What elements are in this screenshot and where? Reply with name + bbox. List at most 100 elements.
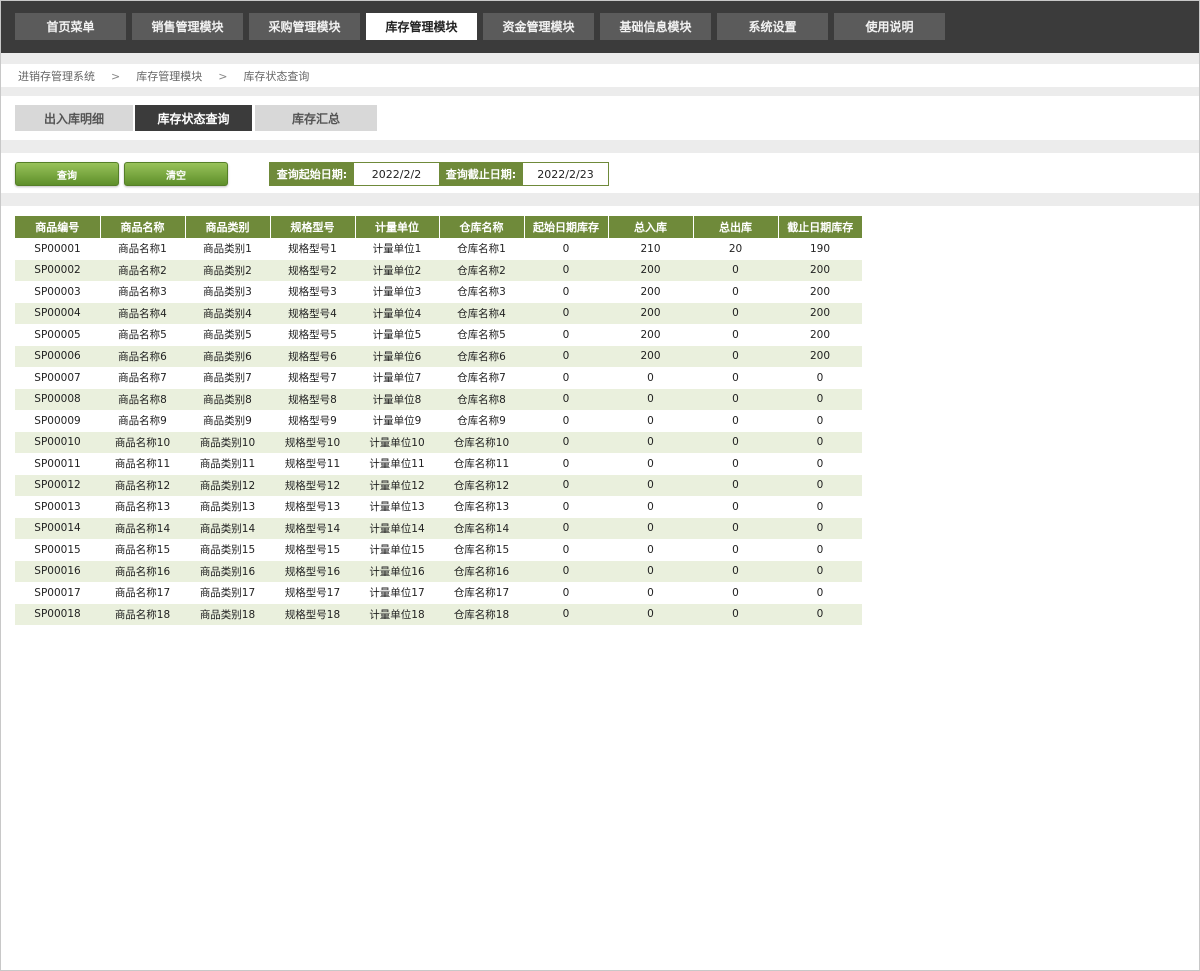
column-header[interactable]: 商品名称 [100,216,186,238]
table-cell: 200 [778,281,862,303]
table-row[interactable]: SP00001 商品名称1 商品类别1 规格型号1 计量单位1 仓库名称1 0 210 20 19… [15,238,862,260]
table-row[interactable]: SP00016 商品名称16 商品类别16 规格型号16 计量单位16 仓库名称16 0 0 0… [15,560,862,582]
breadcrumb-separator-icon: > [111,69,121,83]
table-row[interactable]: SP00013 商品名称13 商品类别13 规格型号13 计量单位13 仓库名称13 0 0 0… [15,496,862,518]
clear-button[interactable]: 清空 [124,162,228,186]
table-cell: 0 [524,453,608,475]
column-header[interactable]: 仓库名称 [439,216,525,238]
stock-status-table: 商品编号 商品名称 商品类别 规格型号 计量单位 仓库名称 起始日期库存 总入库… [15,216,862,625]
table-cell: 0 [524,302,608,324]
column-header[interactable]: 总入库 [608,216,694,238]
tab-in-out-detail[interactable]: 出入库明细 [15,105,133,131]
table-cell: 200 [608,324,693,346]
tab-stock-status[interactable]: 库存状态查询 [135,105,252,131]
column-header[interactable]: 商品编号 [15,216,101,238]
breadcrumb-item-system[interactable]: 进销存管理系统 [18,68,95,84]
table-row[interactable]: SP00004 商品名称4 商品类别4 规格型号4 计量单位4 仓库名称4 0 200 0 200 [15,302,862,324]
table-cell: 规格型号14 [270,517,355,539]
column-header[interactable]: 规格型号 [270,216,356,238]
table-cell: 0 [524,345,608,367]
table-cell: 0 [778,517,862,539]
table-cell: 计量单位7 [355,367,439,389]
table-cell: 0 [693,496,778,518]
tab-stock-summary[interactable]: 库存汇总 [255,105,377,131]
table-row[interactable]: SP00003 商品名称3 商品类别3 规格型号3 计量单位3 仓库名称3 0 200 0 200 [15,281,862,303]
column-header[interactable]: 截止日期库存 [778,216,862,238]
table-row[interactable]: SP00015 商品名称15 商品类别15 规格型号15 计量单位15 仓库名称15 0 0 0… [15,539,862,561]
table-cell: 规格型号6 [270,345,355,367]
table-cell: 商品名称1 [100,238,185,260]
table-cell: 0 [693,453,778,475]
table-cell: 0 [608,496,693,518]
table-row[interactable]: SP00014 商品名称14 商品类别14 规格型号14 计量单位14 仓库名称14 0 0 0… [15,517,862,539]
table-row[interactable]: SP00006 商品名称6 商品类别6 规格型号6 计量单位6 仓库名称6 0 200 0 200 [15,345,862,367]
table-cell: 商品类别16 [185,560,270,582]
table-row[interactable]: SP00011 商品名称11 商品类别11 规格型号11 计量单位11 仓库名称11 0 0 0… [15,453,862,475]
breadcrumb-item-inventory[interactable]: 库存管理模块 [136,68,202,84]
table-cell: SP00010 [15,431,100,453]
nav-item-settings[interactable]: 系统设置 [717,13,828,40]
table-cell: 200 [778,324,862,346]
nav-item-purchase[interactable]: 采购管理模块 [249,13,360,40]
table-row[interactable]: SP00017 商品名称17 商品类别17 规格型号17 计量单位17 仓库名称17 0 0 0… [15,582,862,604]
table-row[interactable]: SP00007 商品名称7 商品类别7 规格型号7 计量单位7 仓库名称7 0 0 0 0 [15,367,862,389]
table-cell: 商品名称15 [100,539,185,561]
nav-item-home[interactable]: 首页菜单 [15,13,126,40]
start-date-input[interactable] [354,163,439,185]
table-row[interactable]: SP00005 商品名称5 商品类别5 规格型号5 计量单位5 仓库名称5 0 200 0 200 [15,324,862,346]
table-row[interactable]: SP00009 商品名称9 商品类别9 规格型号9 计量单位9 仓库名称9 0 0 0 0 [15,410,862,432]
table-cell: SP00005 [15,324,100,346]
table-cell: 仓库名称6 [439,345,524,367]
band-divider [1,140,1199,153]
table-cell: 规格型号16 [270,560,355,582]
app-frame: 首页菜单 销售管理模块 采购管理模块 库存管理模块 资金管理模块 基础信息模块 … [0,0,1200,971]
nav-item-funds[interactable]: 资金管理模块 [483,13,594,40]
table-cell: 0 [693,345,778,367]
table-cell: 商品名称6 [100,345,185,367]
table-cell: 仓库名称18 [439,603,524,625]
column-header[interactable]: 起始日期库存 [524,216,609,238]
table-cell: 规格型号18 [270,603,355,625]
table-row[interactable]: SP00002 商品名称2 商品类别2 规格型号2 计量单位2 仓库名称2 0 200 0 200 [15,259,862,281]
table-cell: 200 [608,281,693,303]
table-cell: 20 [693,238,778,260]
table-row[interactable]: SP00012 商品名称12 商品类别12 规格型号12 计量单位12 仓库名称12 0 0 0… [15,474,862,496]
breadcrumb: 进销存管理系统 > 库存管理模块 > 库存状态查询 [18,68,309,84]
nav-item-sales[interactable]: 销售管理模块 [132,13,243,40]
nav-item-help[interactable]: 使用说明 [834,13,945,40]
table-cell: 200 [608,302,693,324]
table-cell: 规格型号12 [270,474,355,496]
table-cell: SP00015 [15,539,100,561]
start-date-label: 查询起始日期: [270,163,354,185]
table-cell: 0 [693,388,778,410]
table-cell: SP00012 [15,474,100,496]
table-cell: 商品名称17 [100,582,185,604]
column-header[interactable]: 计量单位 [355,216,440,238]
table-row[interactable]: SP00018 商品名称18 商品类别18 规格型号18 计量单位18 仓库名称18 0 0 0… [15,603,862,625]
table-cell: 仓库名称7 [439,367,524,389]
table-cell: 商品名称8 [100,388,185,410]
table-cell: 计量单位14 [355,517,439,539]
table-cell: 0 [778,474,862,496]
table-cell: 0 [778,496,862,518]
table-row[interactable]: SP00010 商品名称10 商品类别10 规格型号10 计量单位10 仓库名称10 0 0 0… [15,431,862,453]
table-cell: 0 [693,603,778,625]
breadcrumb-separator-icon: > [218,69,228,83]
table-row[interactable]: SP00008 商品名称8 商品类别8 规格型号8 计量单位8 仓库名称8 0 0 0 0 [15,388,862,410]
table-cell: 0 [778,603,862,625]
table-cell: 200 [608,259,693,281]
end-date-input[interactable] [523,163,608,185]
column-header[interactable]: 总出库 [693,216,779,238]
table-cell: 0 [693,539,778,561]
table-cell: 0 [608,582,693,604]
table-cell: 0 [693,560,778,582]
nav-item-basic-info[interactable]: 基础信息模块 [600,13,711,40]
table-cell: 仓库名称13 [439,496,524,518]
table-cell: 仓库名称2 [439,259,524,281]
column-header[interactable]: 商品类别 [185,216,271,238]
table-cell: 商品类别9 [185,410,270,432]
nav-item-inventory[interactable]: 库存管理模块 [366,13,477,40]
query-button[interactable]: 查询 [15,162,119,186]
table-cell: 0 [608,367,693,389]
table-cell: 0 [608,603,693,625]
